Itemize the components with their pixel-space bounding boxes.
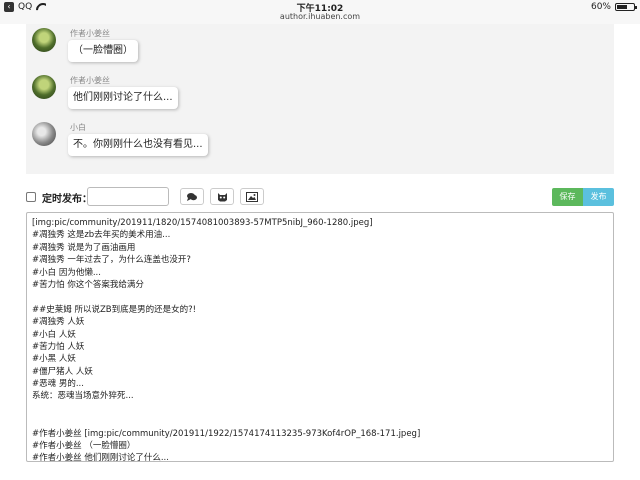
editor-line: #小白 因为他懒... (32, 267, 101, 278)
character-face-icon (217, 192, 227, 201)
editor-line: 系统：恶魂当场意外猝死... (32, 391, 134, 402)
editor-line: #僵尸猪人 人妖 (32, 366, 93, 377)
message-author: 小白 (70, 123, 86, 132)
avatar (32, 122, 56, 146)
editor-line: #作者小姜丝 [img:pic/community/201911/1922/15… (32, 428, 421, 439)
chat-preview: 作者小姜丝 （一脸懵圈） 作者小姜丝 他们刚刚讨论了什么... 小白 不。你刚刚… (26, 24, 614, 174)
editor-line: #作者小姜丝 他们刚刚讨论了什么... (32, 453, 169, 462)
status-right: 60% (590, 2, 637, 12)
image-icon (246, 191, 258, 202)
message-author: 作者小姜丝 (70, 29, 110, 38)
message-author: 作者小姜丝 (70, 76, 110, 85)
timed-publish-checkbox[interactable] (26, 192, 36, 202)
page-url[interactable]: author.ihuaben.com (0, 12, 640, 21)
battery-fill (617, 5, 627, 9)
editor-line: #凋独秀 一年过去了，为什么连盖也没开? (32, 255, 191, 266)
message-bubble: （一脸懵圈） (68, 40, 138, 62)
editor-line: #作者小姜丝 （一脸懵圈） (32, 441, 136, 452)
editor-line: #小白 人妖 (32, 329, 76, 340)
editor-line: #苦力怕 人妖 (32, 341, 85, 352)
publish-button[interactable]: 发布 (583, 188, 614, 206)
battery-percent: 60% (590, 2, 611, 12)
content-editor[interactable]: [img:pic/community/201911/1820/157408100… (26, 212, 614, 462)
avatar (32, 75, 56, 99)
editor-line: #凋独秀 人妖 (32, 317, 85, 328)
editor-line: #凋独秀 说是为了画油画用 (32, 242, 136, 253)
message-bubble: 他们刚刚讨论了什么... (68, 87, 178, 109)
save-button[interactable]: 保存 (552, 188, 583, 206)
publish-time-input[interactable] (87, 187, 169, 206)
image-button[interactable] (240, 188, 264, 205)
editor-line: ##史莱姆 所以说ZB到底是男的还是女的?! (32, 304, 197, 315)
status-bar: ‹ QQ 下午11:02 author.ihuaben.com 60% (0, 0, 640, 24)
dialog-button[interactable] (180, 188, 204, 205)
message-bubble: 不。你刚刚什么也没有看见... (68, 134, 208, 156)
character-button[interactable] (210, 188, 234, 205)
editor-line: #苦力怕 你这个答案我给满分 (32, 279, 144, 290)
editor-line: [img:pic/community/201911/1820/157408100… (32, 218, 373, 228)
timed-publish-label: 定时发布： (42, 194, 92, 205)
editor-line: #小黑 人妖 (32, 354, 76, 365)
editor-line: #凋独秀 这是zb去年买的美术用油... (32, 230, 171, 241)
editor-line: #恶魂 男的... (32, 379, 84, 390)
avatar (32, 28, 56, 52)
speech-bubble-icon (187, 192, 197, 201)
battery-icon (615, 3, 637, 11)
editor-toolbar: 定时发布： 保存 发布 (26, 186, 614, 208)
